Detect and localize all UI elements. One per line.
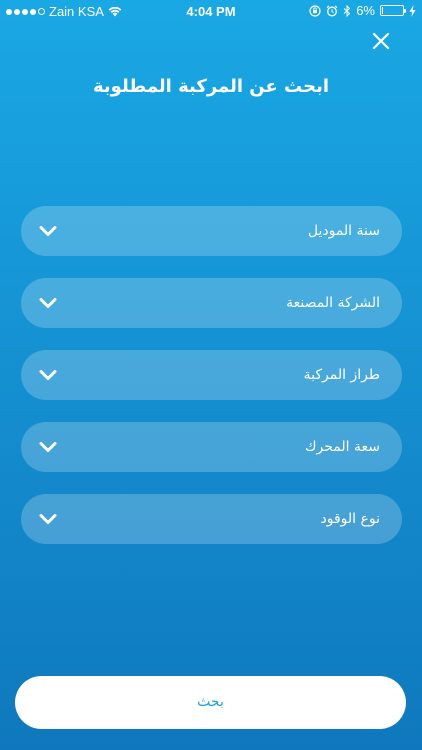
battery-percent: 6% [356, 3, 375, 18]
status-bar: Zain KSA 4:04 PM 6% [0, 0, 422, 22]
chevron-down-icon [39, 298, 57, 308]
chevron-down-icon [39, 370, 57, 380]
charging-icon [409, 4, 416, 17]
close-icon [372, 32, 390, 50]
dropdown-label: سنة الموديل [307, 223, 380, 239]
dropdown-label: نوع الوقود [320, 511, 380, 527]
status-right: 6% [309, 3, 416, 18]
dropdown-label: الشركة المصنعة [286, 295, 380, 311]
chevron-down-icon [39, 514, 57, 524]
model-year-dropdown[interactable]: سنة الموديل [21, 206, 402, 256]
battery-level [382, 7, 383, 14]
chevron-down-icon [39, 442, 57, 452]
fuel-type-dropdown[interactable]: نوع الوقود [21, 494, 402, 544]
close-button[interactable] [368, 28, 394, 54]
dropdown-label: سعة المحرك [305, 439, 380, 455]
chevron-down-icon [39, 226, 57, 236]
search-button[interactable]: بحث [15, 676, 406, 729]
engine-capacity-dropdown[interactable]: سعة المحرك [21, 422, 402, 472]
alarm-icon [326, 5, 338, 16]
lock-rotation-icon [309, 4, 321, 17]
dropdown-label: طراز المركبة [303, 367, 380, 383]
vehicle-model-dropdown[interactable]: طراز المركبة [21, 350, 402, 400]
search-form: سنة الموديل الشركة المصنعة طراز المركبة … [21, 206, 402, 566]
bluetooth-icon [343, 4, 351, 17]
page-title: ابحث عن المركبة المطلوبة [92, 76, 329, 97]
battery-icon [380, 5, 406, 16]
manufacturer-dropdown[interactable]: الشركة المصنعة [21, 278, 402, 328]
